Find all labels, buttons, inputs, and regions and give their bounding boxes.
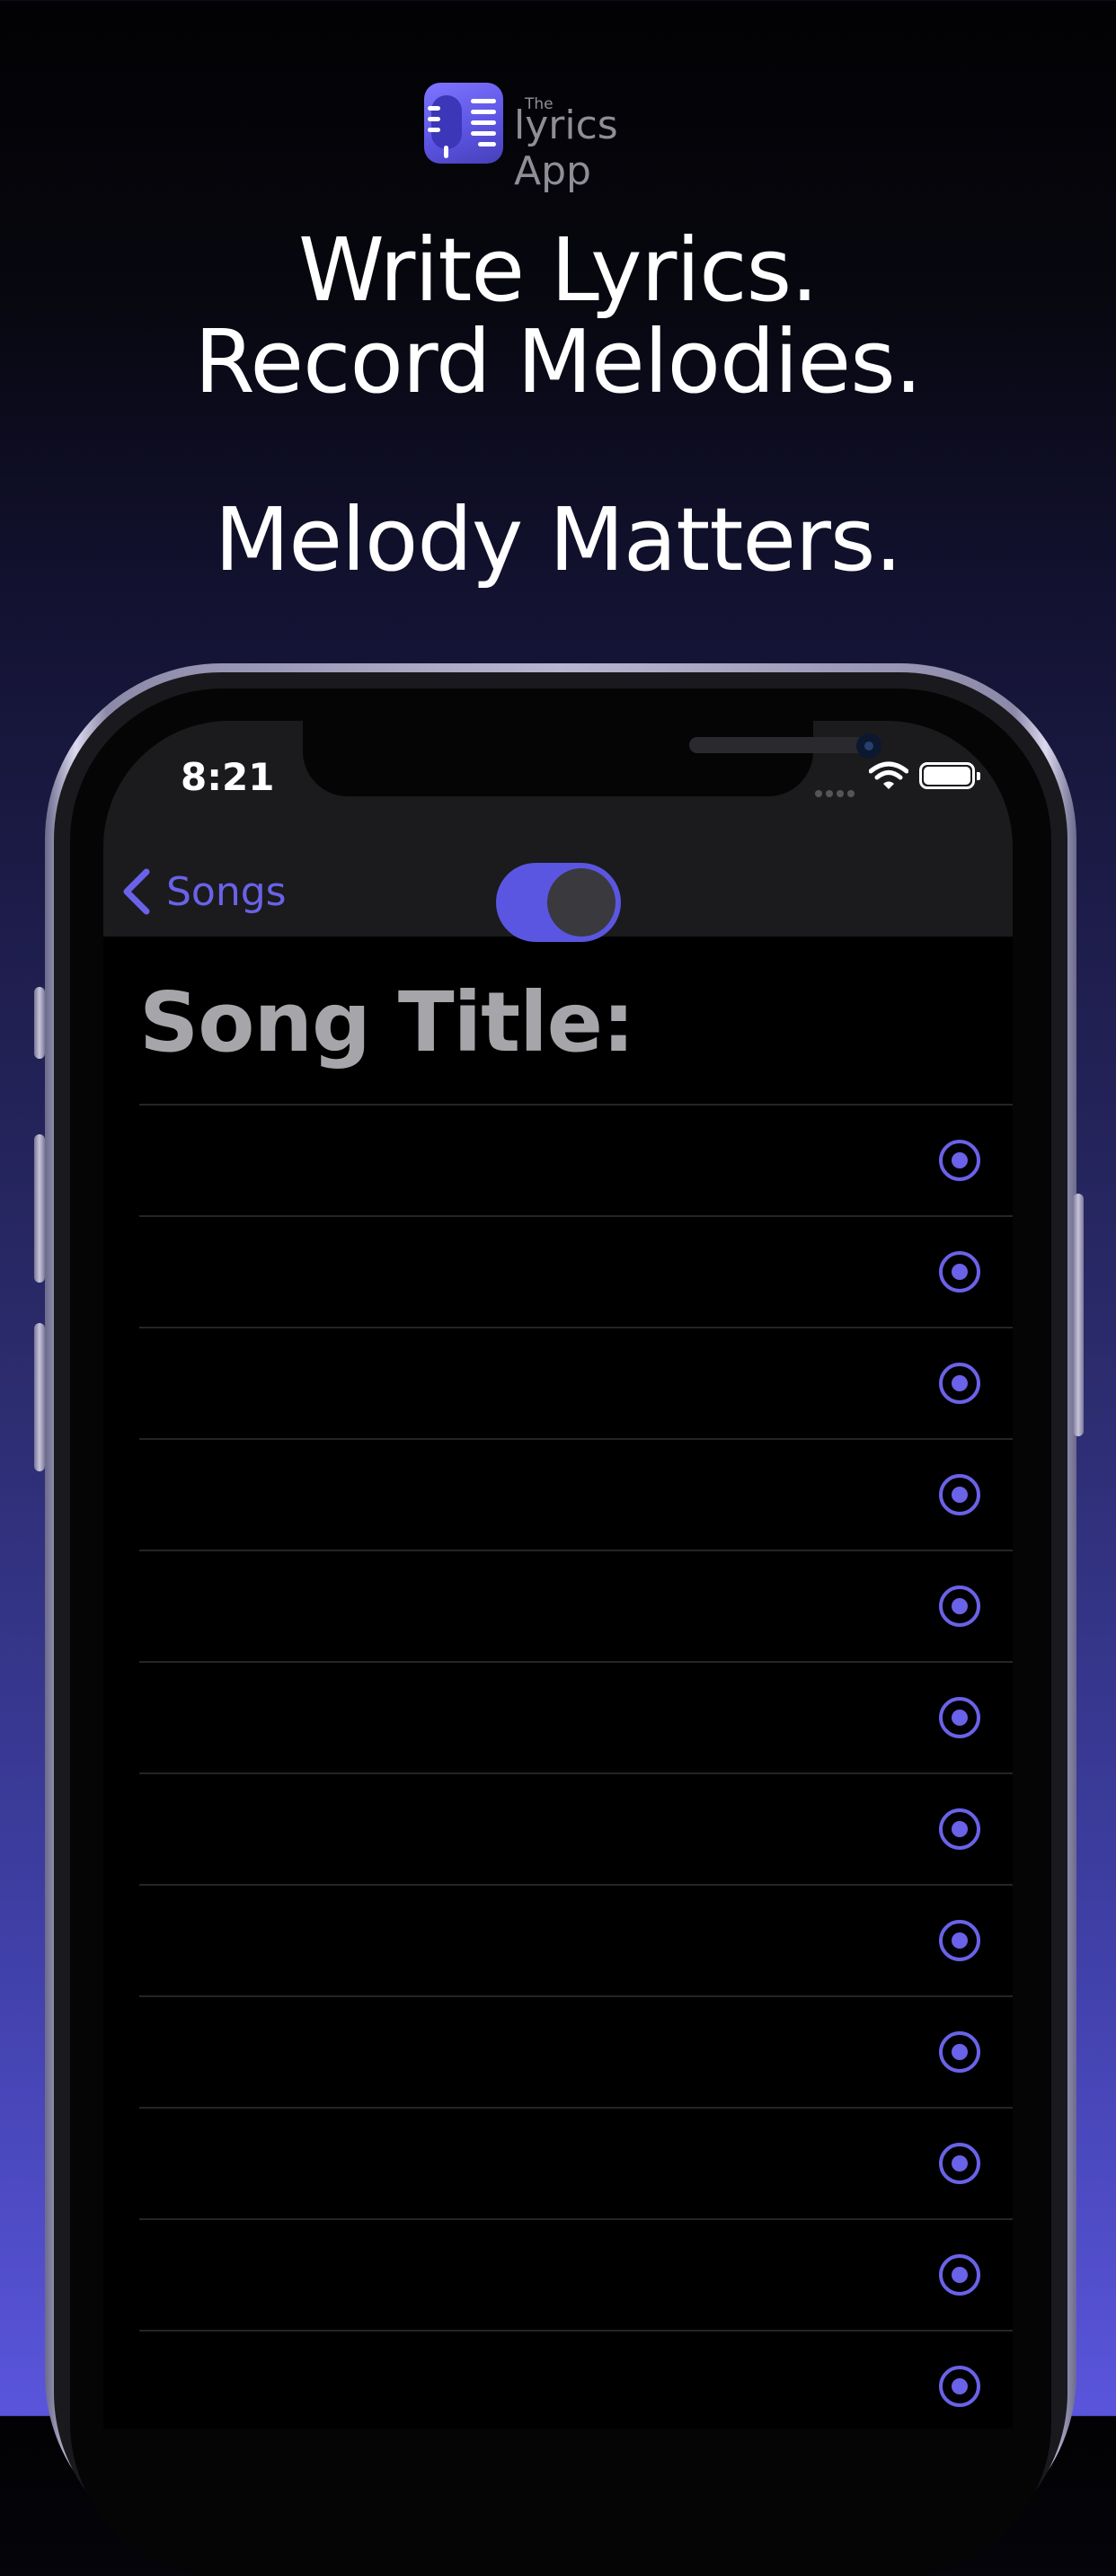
- lyric-line-row[interactable]: [139, 1550, 1013, 1661]
- headline-tagline: Melody Matters.: [214, 489, 903, 591]
- headline-line-2: Record Melodies.: [194, 311, 922, 413]
- phone-power-button: [1073, 1194, 1084, 1436]
- microphone-notes-icon: [424, 83, 503, 164]
- back-label: Songs: [166, 868, 287, 915]
- headline-line-1: Write Lyrics.: [298, 219, 819, 321]
- back-button[interactable]: Songs: [121, 847, 287, 937]
- lyric-line-row[interactable]: [139, 1327, 1013, 1438]
- record-icon[interactable]: [939, 1474, 980, 1515]
- app-logo: The lyrics App: [424, 83, 703, 194]
- record-icon[interactable]: [939, 2031, 980, 2073]
- toggle-knob: [547, 868, 616, 937]
- navigation-bar: Songs: [103, 847, 1013, 942]
- record-icon[interactable]: [939, 1586, 980, 1627]
- chevron-left-icon: [123, 868, 150, 915]
- lyric-line-row[interactable]: [139, 1215, 1013, 1327]
- record-icon[interactable]: [939, 1363, 980, 1404]
- lyric-line-row[interactable]: [139, 1661, 1013, 1772]
- lyric-line-row[interactable]: [139, 2330, 1013, 2429]
- front-camera: [856, 733, 881, 759]
- record-icon[interactable]: [939, 1697, 980, 1738]
- lyric-line-row[interactable]: [139, 1438, 1013, 1550]
- lyric-line-row[interactable]: [139, 2218, 1013, 2330]
- record-icon[interactable]: [939, 2366, 980, 2407]
- lyric-line-row[interactable]: [139, 1884, 1013, 1995]
- phone-mute-switch: [34, 987, 45, 1059]
- logo-wordmark: lyrics App: [514, 102, 618, 194]
- status-time: 8:21: [181, 755, 275, 799]
- phone-screen: 8:21 Songs Song Title:: [103, 721, 1013, 2429]
- earpiece-speaker: [689, 737, 865, 753]
- battery-icon: [919, 762, 980, 789]
- notch: [303, 721, 881, 796]
- lyric-line-row[interactable]: [139, 1995, 1013, 2107]
- wifi-icon: [869, 761, 908, 789]
- record-icon[interactable]: [939, 1251, 980, 1292]
- record-icon[interactable]: [939, 1808, 980, 1850]
- phone-volume-down: [34, 1323, 45, 1471]
- mode-toggle[interactable]: [496, 863, 621, 942]
- record-icon[interactable]: [939, 2254, 980, 2296]
- lyric-lines-list: [139, 1104, 1013, 2429]
- cellular-signal-icon: [815, 784, 860, 797]
- record-icon[interactable]: [939, 1920, 980, 1961]
- record-icon[interactable]: [939, 2143, 980, 2184]
- song-title-label: Song Title:: [139, 974, 635, 1070]
- lyric-line-row[interactable]: [139, 1104, 1013, 1215]
- lyric-line-row[interactable]: [139, 1772, 1013, 1884]
- lyric-line-row[interactable]: [139, 2107, 1013, 2218]
- phone-volume-up: [34, 1134, 45, 1283]
- record-icon[interactable]: [939, 1140, 980, 1181]
